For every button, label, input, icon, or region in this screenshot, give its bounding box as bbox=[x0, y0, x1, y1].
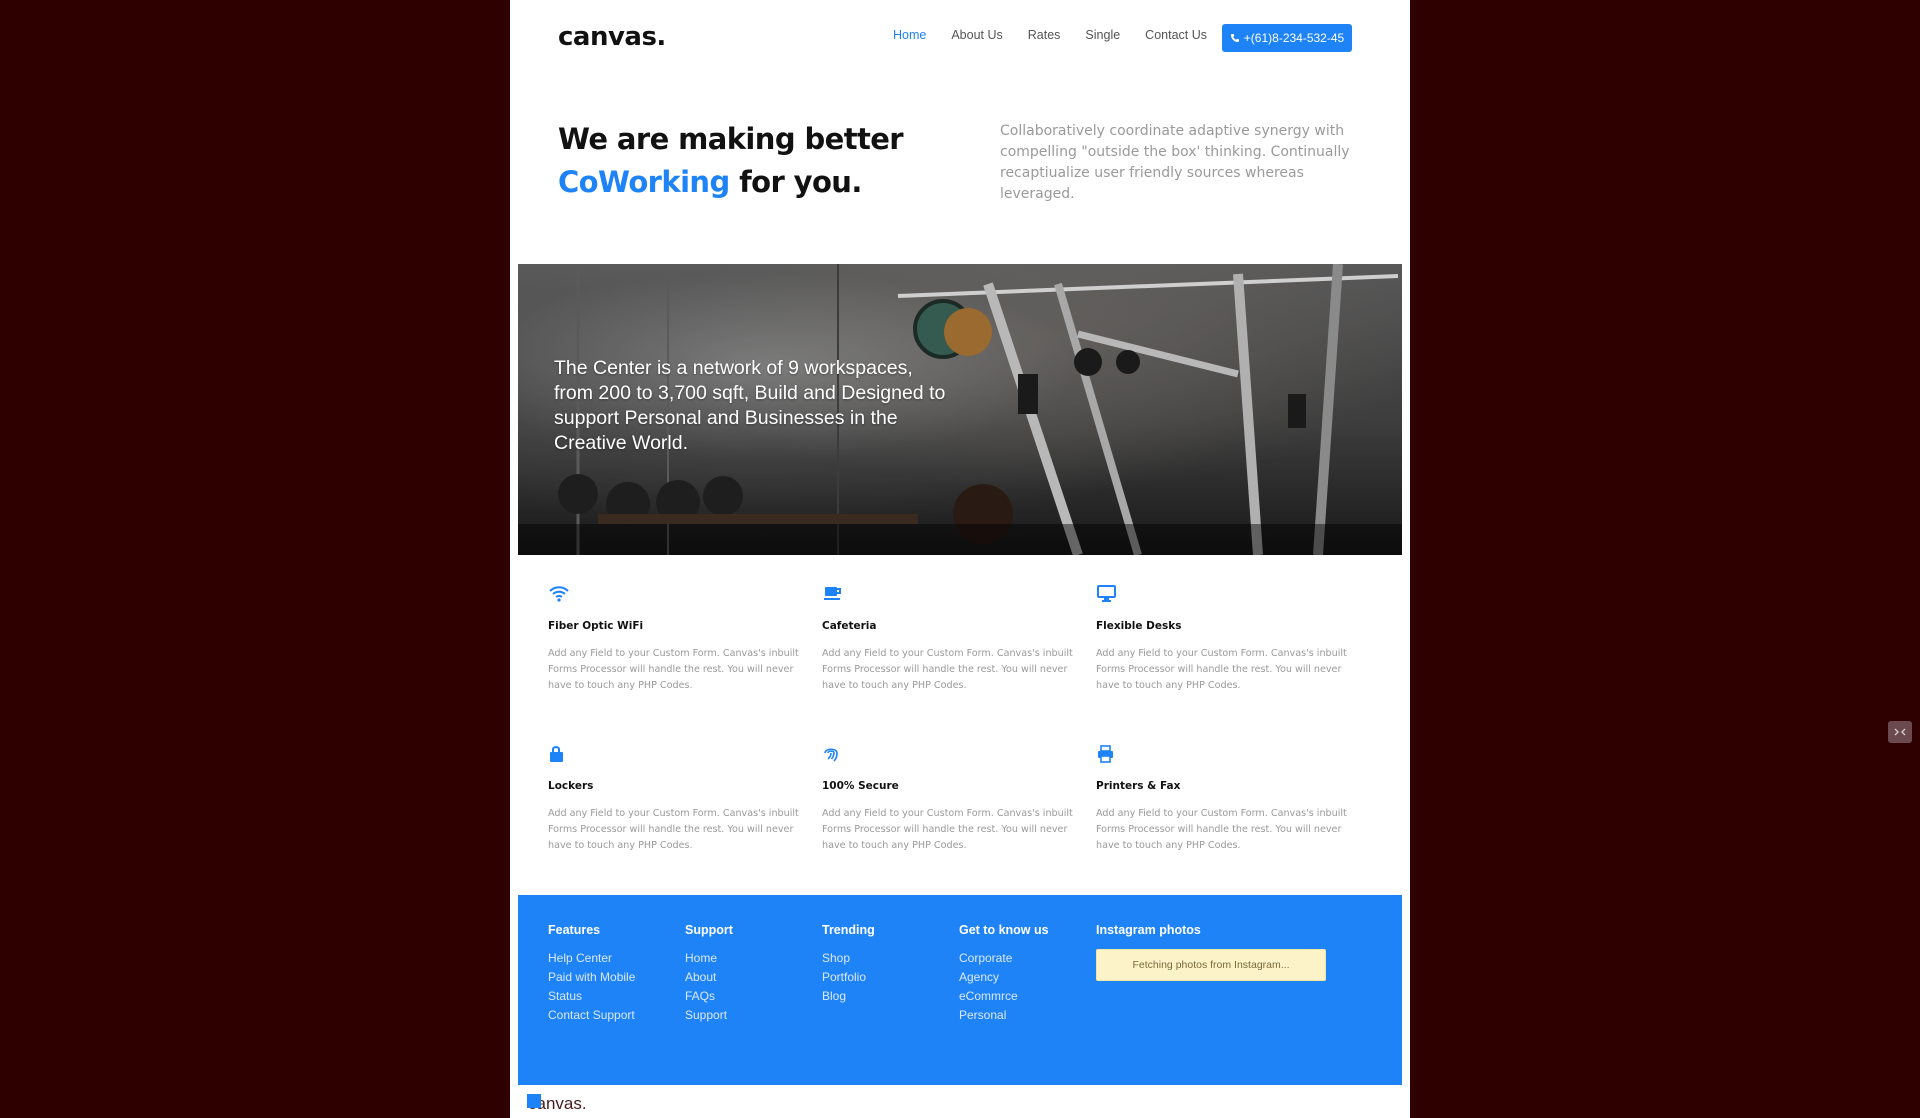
feature-title: Lockers bbox=[548, 780, 594, 792]
coffee-cup-icon bbox=[822, 584, 844, 604]
footer-column-title: Instagram photos bbox=[1096, 923, 1201, 937]
feature-item: Fiber Optic WiFi Add any Field to your C… bbox=[548, 584, 810, 694]
hero-title-accent: CoWorking bbox=[558, 165, 730, 199]
footer-column-support: Support Home About FAQs Support bbox=[685, 923, 733, 1025]
feature-description: Add any Field to your Custom Form. Canva… bbox=[1096, 808, 1347, 851]
bottom-logo[interactable]: canvas. bbox=[527, 1094, 587, 1114]
phone-number: +(61)8-234-532-45 bbox=[1243, 31, 1345, 45]
feature-description: Add any Field to your Custom Form. Canva… bbox=[548, 648, 799, 691]
fingerprint-icon bbox=[822, 744, 844, 764]
hero-title-line1: We are making better bbox=[558, 122, 904, 156]
page-container: canvas. Home About Us Rates Single Conta… bbox=[510, 0, 1410, 1118]
feature-title: Flexible Desks bbox=[1096, 620, 1182, 632]
feature-description: Add any Field to your Custom Form. Canva… bbox=[822, 808, 1073, 851]
feature-item: Cafeteria Add any Field to your Custom F… bbox=[822, 584, 1084, 694]
footer-link[interactable]: Agency bbox=[959, 968, 1049, 987]
footer-link[interactable]: Status bbox=[548, 987, 635, 1006]
footer-column-title: Features bbox=[548, 923, 601, 937]
footer-link[interactable]: eCommrce bbox=[959, 987, 1049, 1006]
phone-icon bbox=[1230, 33, 1240, 43]
footer-link[interactable]: Shop bbox=[822, 949, 875, 968]
footer-link[interactable]: FAQs bbox=[685, 987, 733, 1006]
nav-rates[interactable]: Rates bbox=[1028, 28, 1061, 42]
footer-column-trending: Trending Shop Portfolio Blog bbox=[822, 923, 875, 1006]
hero-title: We are making better CoWorking for you. bbox=[558, 118, 978, 204]
footer-link[interactable]: Help Center bbox=[548, 949, 635, 968]
nav-home[interactable]: Home bbox=[893, 28, 926, 42]
wifi-icon bbox=[548, 584, 570, 604]
footer-link[interactable]: About bbox=[685, 968, 733, 987]
feature-item: Lockers Add any Field to your Custom For… bbox=[548, 744, 810, 854]
printer-icon bbox=[1096, 744, 1118, 764]
feature-item: 100% Secure Add any Field to your Custom… bbox=[822, 744, 1084, 854]
feature-title: Printers & Fax bbox=[1096, 780, 1181, 792]
desktop-icon bbox=[1096, 584, 1118, 604]
nav-about-us[interactable]: About Us bbox=[951, 28, 1002, 42]
feature-title: Fiber Optic WiFi bbox=[548, 620, 644, 632]
nav-contact-us[interactable]: Contact Us bbox=[1145, 28, 1207, 42]
footer-column-get-to-know-us: Get to know us Corporate Agency eCommrce… bbox=[959, 923, 1049, 1025]
footer-link[interactable]: Support bbox=[685, 1006, 733, 1025]
side-widget-icon[interactable] bbox=[1888, 721, 1912, 743]
lock-icon bbox=[548, 744, 570, 764]
footer-link[interactable]: Paid with Mobile bbox=[548, 968, 635, 987]
nav-single[interactable]: Single bbox=[1085, 28, 1120, 42]
feature-description: Add any Field to your Custom Form. Canva… bbox=[1096, 648, 1347, 691]
feature-title: 100% Secure bbox=[822, 780, 899, 792]
feature-description: Add any Field to your Custom Form. Canva… bbox=[822, 648, 1073, 691]
feature-item: Flexible Desks Add any Field to your Cus… bbox=[1096, 584, 1358, 694]
footer-column-instagram: Instagram photos Fetching photos from In… bbox=[1096, 923, 1326, 981]
phone-button[interactable]: +(61)8-234-532-45 bbox=[1222, 24, 1352, 52]
footer: Features Help Center Paid with Mobile St… bbox=[518, 895, 1402, 1085]
logo[interactable]: canvas. bbox=[558, 22, 666, 52]
feature-title: Cafeteria bbox=[822, 620, 877, 632]
logo-mark-icon bbox=[527, 1094, 541, 1108]
feature-item: Printers & Fax Add any Field to your Cus… bbox=[1096, 744, 1358, 854]
banner-text: The Center is a network of 9 workspaces,… bbox=[554, 357, 946, 454]
footer-link[interactable]: Home bbox=[685, 949, 733, 968]
footer-link[interactable]: Personal bbox=[959, 1006, 1049, 1025]
footer-link[interactable]: Corporate bbox=[959, 949, 1049, 968]
footer-link[interactable]: Blog bbox=[822, 987, 875, 1006]
footer-column-title: Support bbox=[685, 923, 733, 937]
banner-image: The Center is a network of 9 workspaces,… bbox=[518, 264, 1402, 555]
hero-description: Collaboratively coordinate adaptive syne… bbox=[1000, 123, 1350, 202]
footer-column-title: Get to know us bbox=[959, 923, 1049, 937]
footer-link[interactable]: Portfolio bbox=[822, 968, 875, 987]
hero-title-end: for you. bbox=[729, 165, 862, 199]
footer-column-title: Trending bbox=[822, 923, 875, 937]
footer-column-features: Features Help Center Paid with Mobile St… bbox=[548, 923, 635, 1025]
footer-link[interactable]: Contact Support bbox=[548, 1006, 635, 1025]
instagram-status-box: Fetching photos from Instagram... bbox=[1096, 949, 1326, 981]
feature-description: Add any Field to your Custom Form. Canva… bbox=[548, 808, 799, 851]
main-nav: Home About Us Rates Single Contact Us bbox=[893, 28, 1232, 42]
